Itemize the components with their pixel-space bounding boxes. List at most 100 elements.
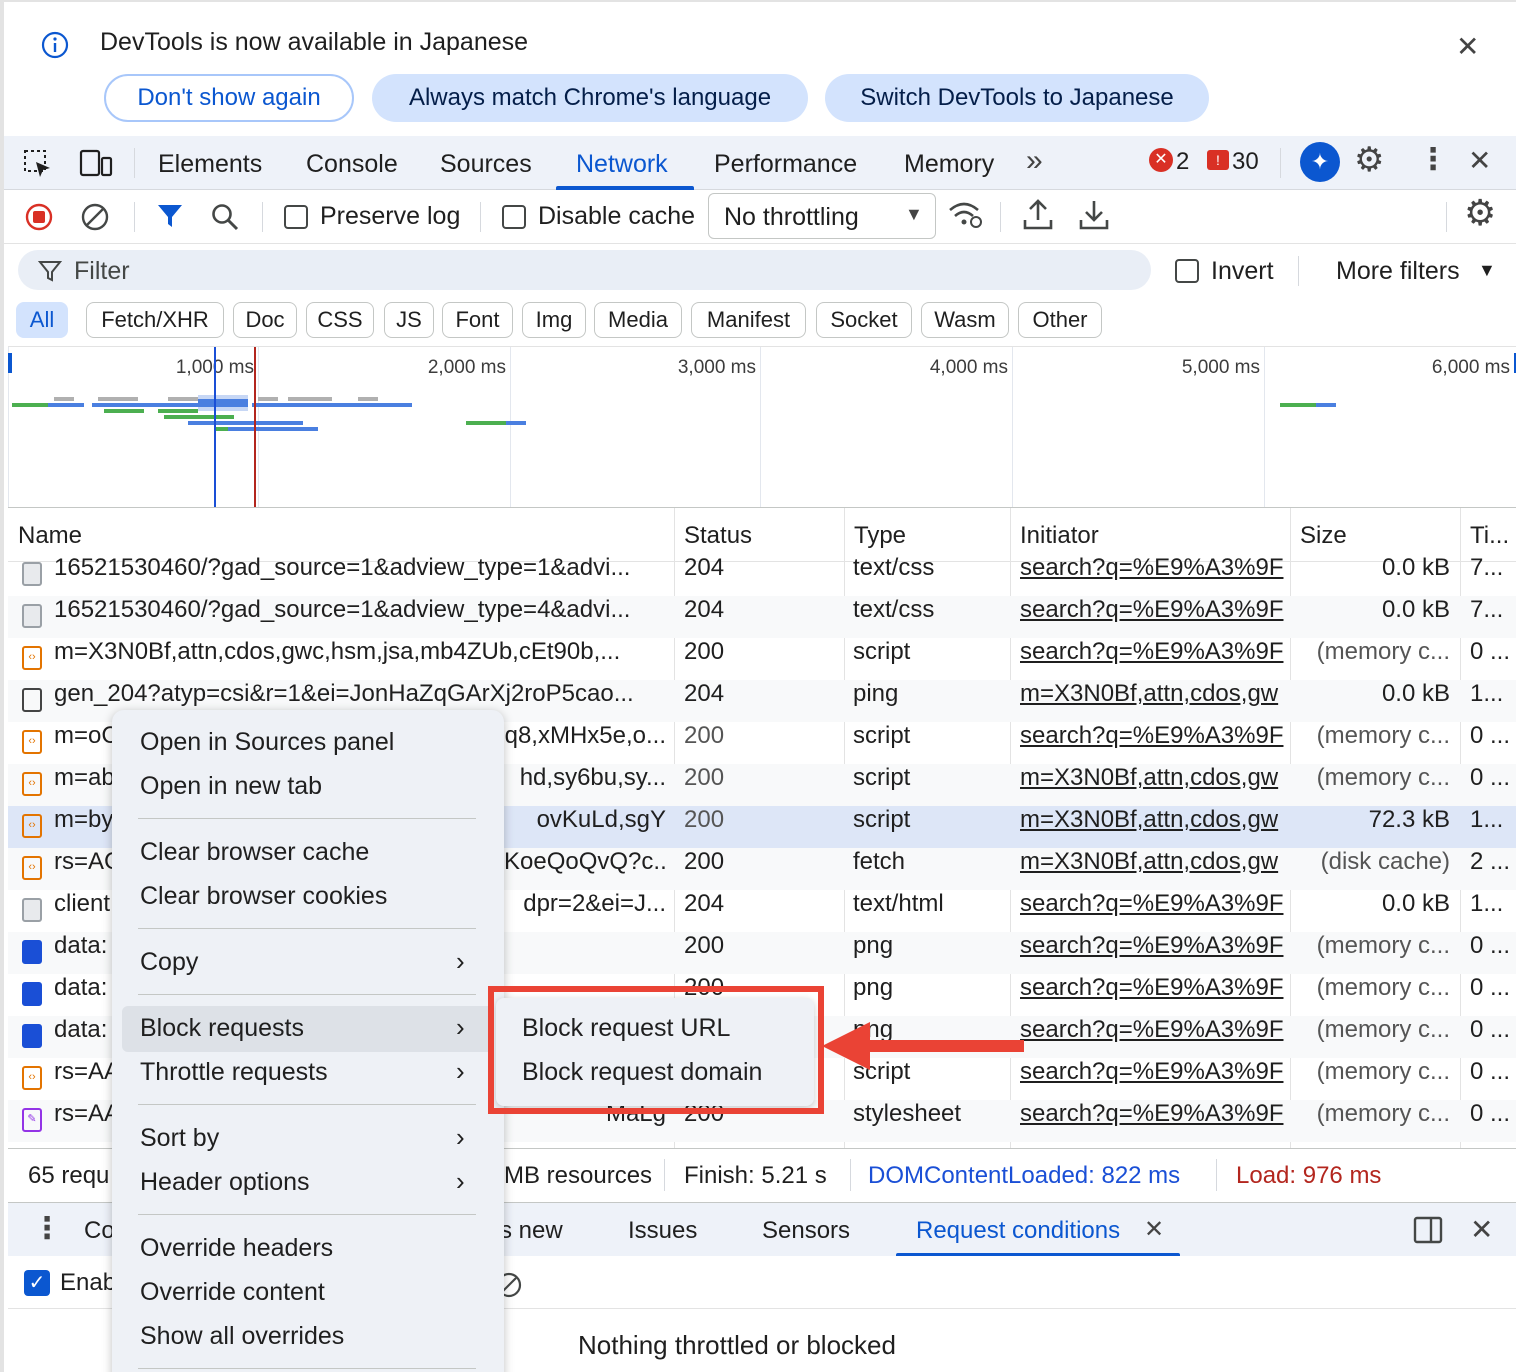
- request-initiator[interactable]: search?q=%E9%A3%9F: [1020, 1100, 1290, 1128]
- preserve-log-checkbox[interactable]: [284, 205, 308, 229]
- type-filter-manifest[interactable]: Manifest: [691, 302, 806, 338]
- menu-item-copy[interactable]: Copy: [140, 948, 198, 977]
- column-name[interactable]: Name: [18, 522, 82, 550]
- request-type: stylesheet: [853, 1100, 962, 1127]
- column-size[interactable]: Size: [1300, 522, 1347, 550]
- tab-sources[interactable]: Sources: [440, 150, 532, 179]
- invert-checkbox[interactable]: [1175, 259, 1199, 283]
- tab-network[interactable]: Network: [576, 150, 668, 179]
- menu-item-block-requests[interactable]: Block requests: [140, 1014, 304, 1043]
- request-initiator[interactable]: m=X3N0Bf,attn,cdos,gw: [1020, 764, 1290, 792]
- network-settings-icon[interactable]: ⚙: [1464, 192, 1496, 234]
- close-drawer-icon[interactable]: ✕: [1470, 1213, 1493, 1246]
- menu-item-open-in-sources[interactable]: Open in Sources panel: [140, 728, 394, 757]
- issue-message-icon[interactable]: !: [1207, 150, 1229, 170]
- throttling-select[interactable]: No throttling ▼: [708, 193, 936, 239]
- device-toolbar-icon[interactable]: [78, 148, 114, 180]
- error-count[interactable]: 2: [1176, 148, 1189, 176]
- more-filters-arrow-icon[interactable]: ▼: [1478, 260, 1496, 281]
- column-time[interactable]: Ti...: [1470, 522, 1509, 550]
- inspect-element-icon[interactable]: [22, 148, 54, 180]
- overview-left-handle[interactable]: [8, 353, 12, 373]
- error-icon[interactable]: ✕: [1149, 148, 1173, 172]
- drawer-tab-whats-new[interactable]: s new: [500, 1217, 563, 1245]
- more-filters-button[interactable]: More filters: [1336, 257, 1460, 286]
- import-har-icon[interactable]: [1022, 198, 1054, 232]
- type-filter-doc[interactable]: Doc: [233, 302, 297, 338]
- request-initiator[interactable]: search?q=%E9%A3%9F: [1020, 932, 1290, 960]
- menu-item-clear-cookies[interactable]: Clear browser cookies: [140, 882, 387, 911]
- close-devtools-icon[interactable]: ✕: [1468, 144, 1491, 177]
- request-initiator[interactable]: m=X3N0Bf,attn,cdos,gw: [1020, 806, 1290, 834]
- menu-item-clear-cache[interactable]: Clear browser cache: [140, 838, 369, 867]
- settings-gear-icon[interactable]: ⚙: [1354, 140, 1384, 180]
- dock-side-icon[interactable]: [1412, 1215, 1444, 1245]
- more-options-icon[interactable]: ⋮: [1418, 142, 1448, 177]
- request-initiator[interactable]: search?q=%E9%A3%9F: [1020, 638, 1290, 666]
- filter-funnel-icon: [38, 261, 62, 282]
- disable-cache-checkbox[interactable]: [502, 205, 526, 229]
- network-overview[interactable]: 1,000 ms 2,000 ms 3,000 ms 4,000 ms 5,00…: [8, 346, 1516, 508]
- type-filter-socket[interactable]: Socket: [816, 302, 912, 338]
- menu-item-show-all-overrides[interactable]: Show all overrides: [140, 1322, 344, 1351]
- close-icon[interactable]: ✕: [1456, 30, 1479, 63]
- enable-checkbox[interactable]: ✓: [24, 1270, 50, 1296]
- clear-icon[interactable]: [80, 202, 110, 232]
- tab-console[interactable]: Console: [306, 150, 398, 179]
- type-filter-js[interactable]: JS: [384, 302, 434, 338]
- always-match-language-button[interactable]: Always match Chrome's language: [372, 74, 808, 122]
- menu-item-open-in-new-tab[interactable]: Open in new tab: [140, 772, 322, 801]
- load-marker: [254, 347, 256, 507]
- drawer-tab-issues[interactable]: Issues: [628, 1217, 697, 1245]
- request-initiator[interactable]: search?q=%E9%A3%9F: [1020, 1016, 1290, 1044]
- message-count[interactable]: 30: [1232, 148, 1259, 176]
- table-row[interactable]: ‹› m=X3N0Bf,attn,cdos,gwc,hsm,jsa,mb4ZUb,…: [8, 638, 1516, 680]
- filter-input[interactable]: Filter: [18, 250, 1151, 290]
- request-initiator[interactable]: search?q=%E9%A3%9F: [1020, 974, 1290, 1002]
- table-row[interactable]: 16521530460/?gad_source=1&adview_type=4&…: [8, 596, 1516, 638]
- menu-item-sort-by[interactable]: Sort by: [140, 1124, 219, 1153]
- search-icon[interactable]: [210, 202, 240, 232]
- export-har-icon[interactable]: [1078, 198, 1110, 232]
- request-initiator[interactable]: search?q=%E9%A3%9F: [1020, 596, 1290, 624]
- request-initiator[interactable]: search?q=%E9%A3%9F: [1020, 722, 1290, 750]
- more-tabs-icon[interactable]: »: [1026, 144, 1043, 178]
- request-initiator[interactable]: search?q=%E9%A3%9F: [1020, 890, 1290, 918]
- tab-elements[interactable]: Elements: [158, 150, 262, 179]
- type-filter-img[interactable]: Img: [522, 302, 586, 338]
- dont-show-again-button[interactable]: Don't show again: [104, 74, 354, 122]
- request-name: 16521530460/?gad_source=1&adview_type=4&…: [54, 596, 631, 623]
- type-filter-css[interactable]: CSS: [306, 302, 374, 338]
- request-initiator[interactable]: m=X3N0Bf,attn,cdos,gw: [1020, 848, 1290, 876]
- table-row[interactable]: 16521530460/?gad_source=1&adview_type=1&…: [8, 554, 1516, 596]
- tab-memory[interactable]: Memory: [904, 150, 994, 179]
- type-filter-media[interactable]: Media: [594, 302, 682, 338]
- close-tab-icon[interactable]: ✕: [1144, 1215, 1164, 1244]
- menu-item-override-headers[interactable]: Override headers: [140, 1234, 333, 1263]
- type-filter-all[interactable]: All: [16, 302, 68, 338]
- menu-item-override-content[interactable]: Override content: [140, 1278, 325, 1307]
- tab-performance[interactable]: Performance: [714, 150, 857, 179]
- menu-item-throttle-requests[interactable]: Throttle requests: [140, 1058, 328, 1087]
- request-initiator[interactable]: search?q=%E9%A3%9F: [1020, 554, 1290, 582]
- type-filter-fetch-xhr[interactable]: Fetch/XHR: [86, 302, 224, 338]
- record-stop-icon[interactable]: [24, 202, 54, 232]
- network-conditions-icon[interactable]: [948, 200, 984, 230]
- filter-icon[interactable]: [156, 202, 184, 230]
- type-filter-font[interactable]: Font: [442, 302, 513, 338]
- request-type: text/css: [853, 596, 935, 623]
- type-filter-other[interactable]: Other: [1018, 302, 1102, 338]
- drawer-tab-request-conditions[interactable]: Request conditions: [916, 1217, 1120, 1245]
- type-filter-wasm[interactable]: Wasm: [921, 302, 1009, 338]
- drawer-tab-sensors[interactable]: Sensors: [762, 1217, 850, 1245]
- column-status[interactable]: Status: [684, 522, 752, 550]
- ai-assistance-icon[interactable]: ✦: [1300, 142, 1340, 182]
- drawer-tab-console[interactable]: Co: [84, 1217, 115, 1245]
- menu-item-header-options[interactable]: Header options: [140, 1168, 310, 1197]
- column-type[interactable]: Type: [854, 522, 906, 550]
- request-initiator[interactable]: search?q=%E9%A3%9F: [1020, 1058, 1290, 1086]
- drawer-menu-icon[interactable]: ⋮: [32, 1211, 62, 1246]
- request-initiator[interactable]: m=X3N0Bf,attn,cdos,gw: [1020, 680, 1290, 708]
- switch-to-japanese-button[interactable]: Switch DevTools to Japanese: [825, 74, 1209, 122]
- column-initiator[interactable]: Initiator: [1020, 522, 1099, 550]
